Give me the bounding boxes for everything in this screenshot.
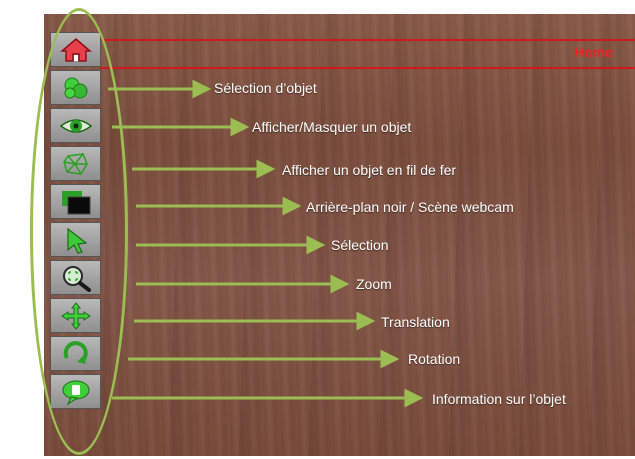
zoom-icon xyxy=(62,265,91,292)
background-icon xyxy=(61,190,90,214)
header-line-bottom xyxy=(100,67,635,69)
selection-button[interactable] xyxy=(50,222,101,257)
home-tab-label[interactable]: Home xyxy=(574,44,613,60)
cursor-arrow-icon xyxy=(66,227,88,254)
label-object-info: Information sur l’objet xyxy=(432,391,566,407)
move-arrows-icon xyxy=(60,301,91,330)
rotation-icon xyxy=(63,340,88,364)
home-icon xyxy=(59,37,92,62)
label-show-hide: Afficher/Masquer un objet xyxy=(252,119,412,135)
label-wireframe: Afficher un objet en fil de fer xyxy=(282,162,457,178)
object-info-button[interactable] xyxy=(50,374,101,409)
label-object-selection: Sélection d’objet xyxy=(214,80,317,96)
rotation-button[interactable] xyxy=(50,336,101,371)
label-selection: Sélection xyxy=(331,237,389,253)
object-selection-icon xyxy=(64,77,87,98)
background-toggle-button[interactable] xyxy=(50,184,101,219)
home-button[interactable] xyxy=(50,32,101,67)
label-background: Arrière-plan noir / Scène webcam xyxy=(306,199,514,215)
eye-icon xyxy=(59,118,92,133)
label-zoom: Zoom xyxy=(356,276,392,292)
label-rotation: Rotation xyxy=(408,351,461,367)
translation-button[interactable] xyxy=(50,298,101,333)
wood-background xyxy=(44,14,635,456)
label-translation: Translation xyxy=(381,314,450,330)
zoom-button[interactable] xyxy=(50,260,101,295)
object-selection-button[interactable] xyxy=(50,70,101,105)
wireframe-icon xyxy=(62,152,88,175)
toolbar xyxy=(50,32,103,412)
wireframe-button[interactable] xyxy=(50,146,101,181)
info-bubble-icon xyxy=(62,380,89,405)
header-line-top xyxy=(100,39,635,41)
show-hide-button[interactable] xyxy=(50,108,101,143)
